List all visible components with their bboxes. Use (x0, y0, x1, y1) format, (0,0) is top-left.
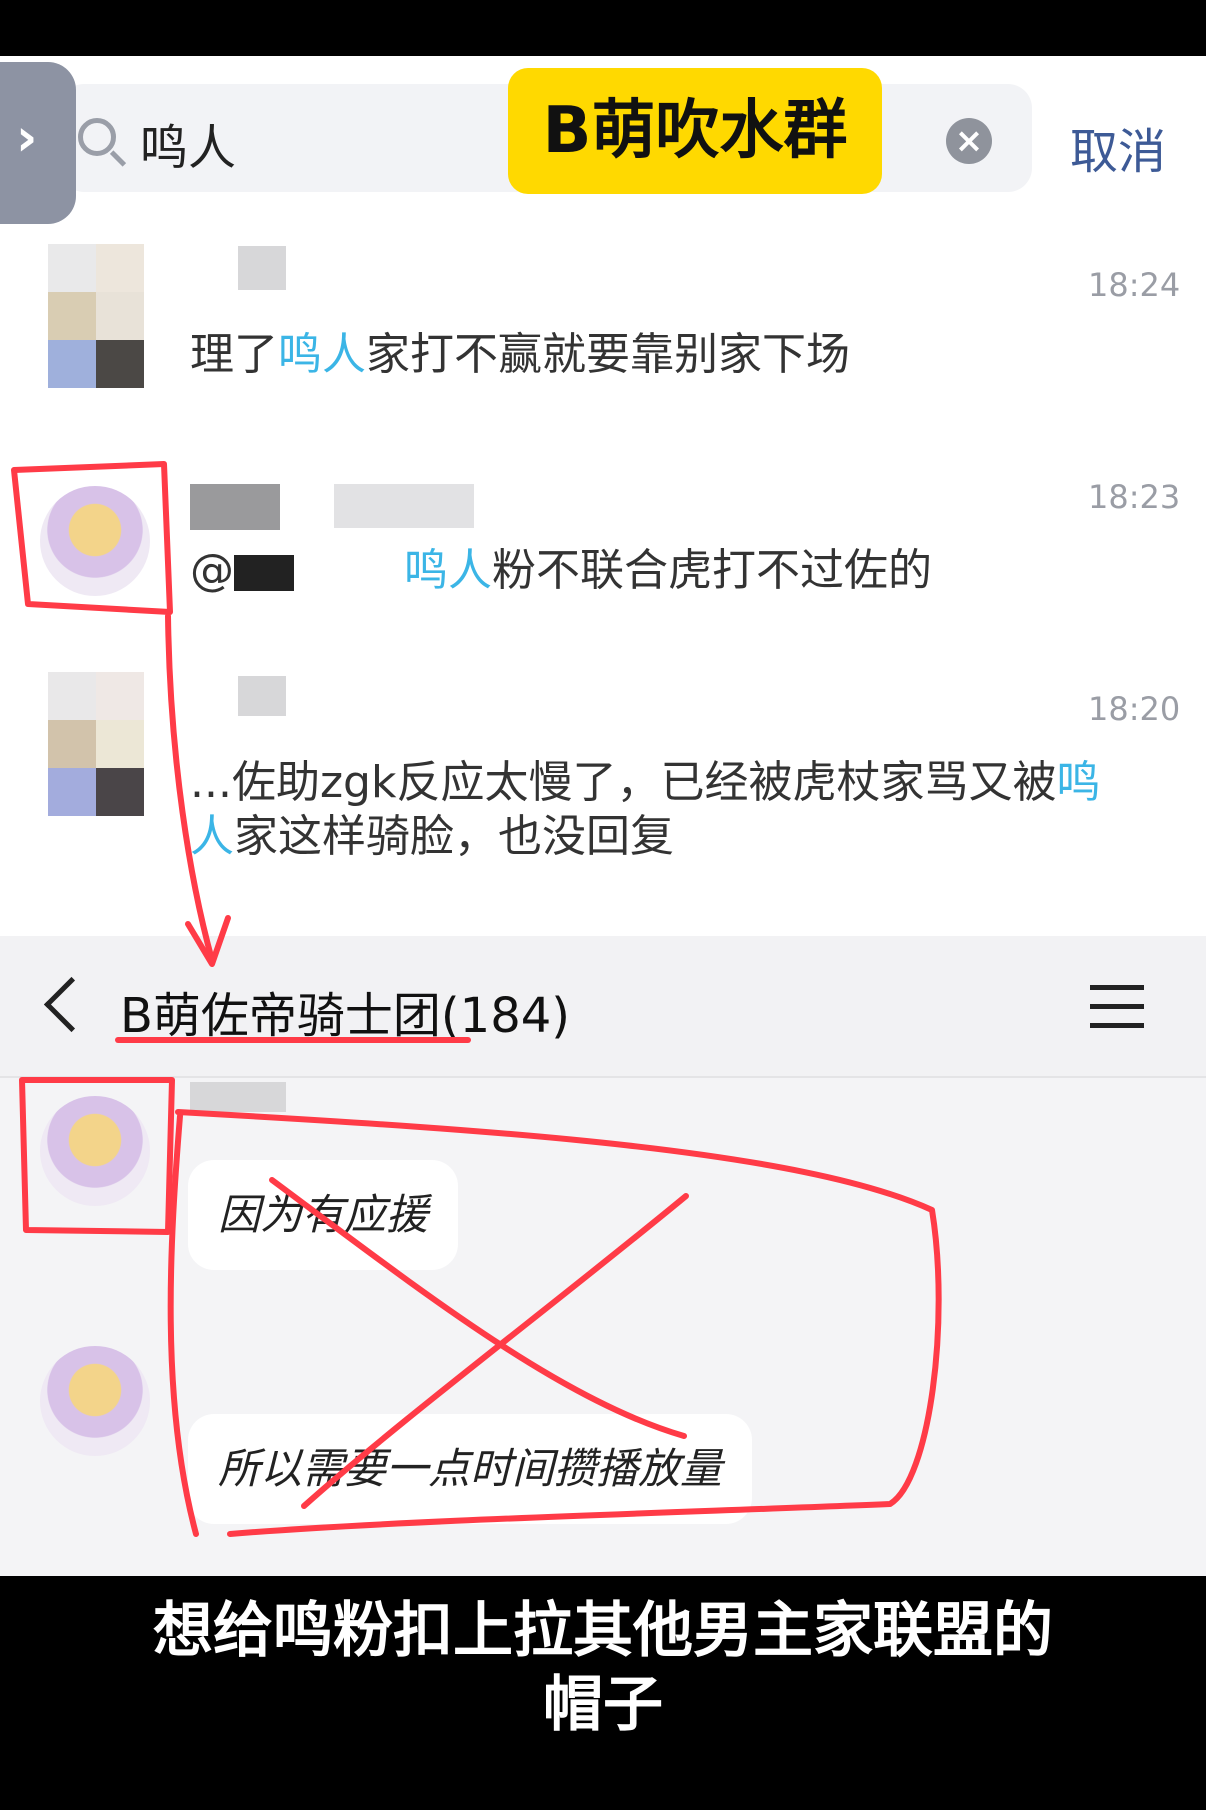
annotation-cross (269, 1177, 689, 1509)
annotation-box-avatar-top (11, 461, 173, 615)
annotation-overlay (11, 461, 942, 1537)
annotation-arrow-line (165, 613, 215, 963)
video-caption: 帽子 (543, 1670, 663, 1740)
annotation-box-avatar-bottom (19, 1077, 175, 1235)
annotation-big-box (167, 1109, 942, 1537)
